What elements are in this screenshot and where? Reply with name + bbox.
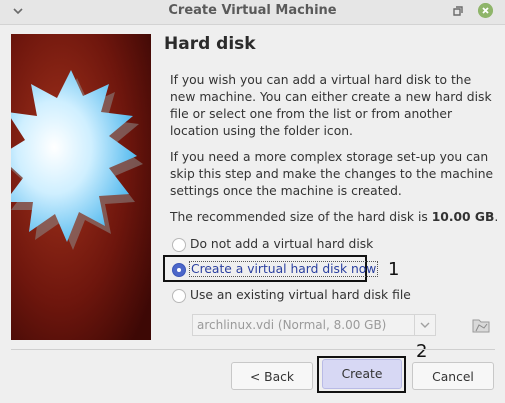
annotation-marker-2: 2 [416,341,428,362]
option-create-disk-label[interactable]: Create a virtual hard disk now [188,261,379,277]
annotation-marker-1: 1 [388,259,400,280]
option-no-disk-label[interactable]: Do not add a virtual hard disk [190,237,373,251]
existing-disk-select[interactable]: archlinux.vdi (Normal, 8.00 GB) [192,314,436,336]
page-title: Hard disk [164,34,256,54]
dropdown-arrow[interactable] [414,315,435,335]
radio-existing-disk[interactable] [172,289,186,303]
close-icon[interactable] [478,3,493,18]
recommended-suffix: . [494,210,499,224]
back-button[interactable]: < Back [231,362,313,390]
radio-create-disk[interactable] [172,263,186,277]
option-existing-disk-label[interactable]: Use an existing virtual hard disk file [190,288,411,302]
recommended-size-value: 10.00 GB [431,210,495,224]
create-vm-dialog: Create Virtual Machine Hard disk If you … [0,0,505,403]
storage-paragraph: If you need a more complex storage set-u… [170,150,494,198]
intro-paragraph: If you wish you can add a virtual hard d… [170,73,492,138]
radio-no-disk[interactable] [172,238,186,252]
option-create-disk-label-wrap[interactable]: Create a virtual hard disk now [188,261,379,277]
create-button[interactable]: Create [322,359,402,389]
recommended-prefix: The recommended size of the hard disk is [170,210,432,224]
existing-disk-select-value: archlinux.vdi (Normal, 8.00 GB) [197,318,387,332]
recommended-size-text: The recommended size of the hard disk is… [170,209,500,226]
cancel-button[interactable]: Cancel [412,362,494,390]
folder-icon[interactable] [472,317,490,333]
button-separator [11,349,495,350]
chevron-down-icon [420,322,430,328]
restore-icon[interactable] [451,4,465,18]
wizard-side-image [11,34,151,340]
title-bar: Create Virtual Machine [0,0,505,25]
window-title: Create Virtual Machine [168,3,337,18]
